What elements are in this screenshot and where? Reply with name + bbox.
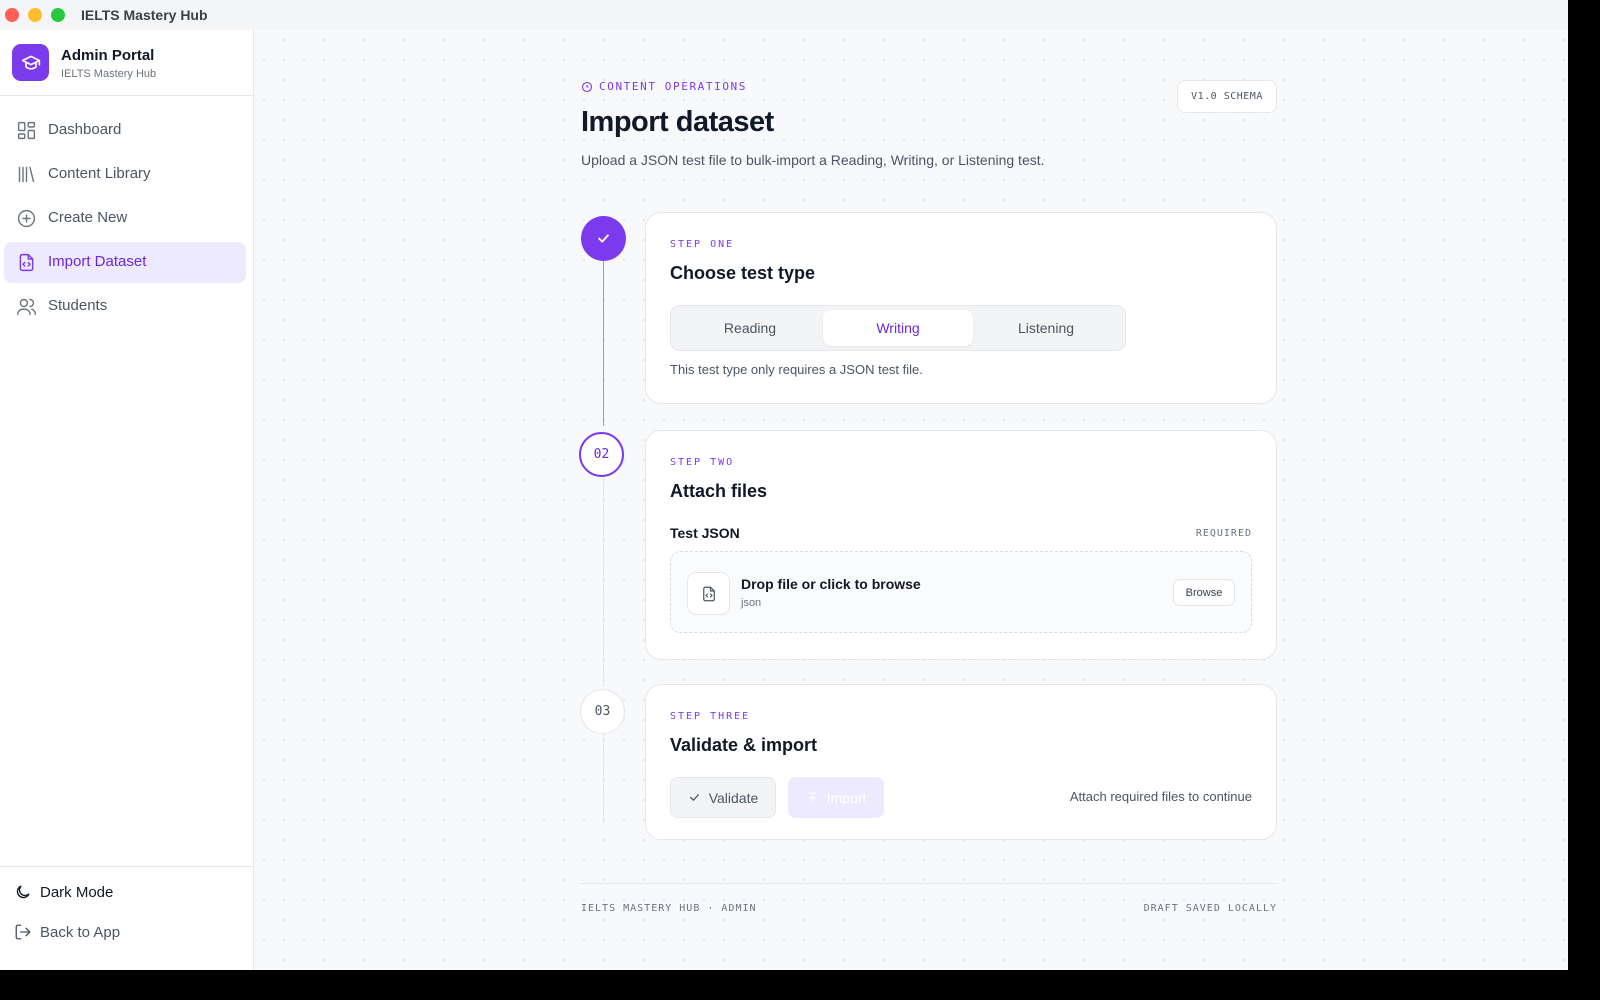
sidebar: Admin Portal IELTS Mastery Hub Dashboard… [0, 30, 254, 970]
back-to-app-link[interactable]: Back to App [14, 923, 120, 941]
sidebar-item-import-dataset[interactable]: Import Dataset [4, 242, 246, 283]
sidebar-item-label: Import Dataset [48, 253, 147, 270]
back-to-app-label: Back to App [40, 923, 121, 941]
dashboard-icon [17, 121, 36, 140]
schema-badge: V1.0 SCHEMA [1177, 80, 1277, 113]
dropzone-file-type: json [741, 597, 762, 609]
page-title: Import dataset [581, 106, 774, 138]
dark-mode-label: Dark Mode [40, 883, 114, 901]
sidebar-footer: Dark Mode Back to App [0, 866, 254, 970]
sidebar-item-create-new[interactable]: Create New [4, 198, 246, 239]
step-three-indicator: 03 [580, 689, 625, 734]
sidebar-item-label: Create New [48, 209, 128, 226]
logout-icon [15, 924, 31, 940]
import-button[interactable]: Import [788, 777, 884, 818]
minimize-window-button[interactable] [28, 8, 42, 22]
app-window: IELTS Mastery Hub Admin Portal IELTS Mas… [0, 0, 1568, 970]
sidebar-item-content-library[interactable]: Content Library [4, 154, 246, 195]
step-title: Validate & import [670, 735, 818, 755]
users-icon [17, 298, 36, 316]
dark-mode-toggle[interactable]: Dark Mode [14, 883, 113, 901]
page-description: Upload a JSON test file to bulk-import a… [581, 152, 1045, 168]
check-icon [598, 234, 609, 243]
step-label: STEP TWO [670, 457, 735, 468]
brand-name: Admin Portal [61, 47, 155, 64]
step-label: STEP THREE [670, 711, 751, 722]
eyebrow-text: CONTENT OPERATIONS [599, 80, 748, 93]
brand-subtitle: IELTS Mastery Hub [61, 68, 157, 80]
file-code-icon [19, 253, 34, 272]
step-connector [603, 476, 604, 687]
test-type-selector: Reading Writing Listening [670, 305, 1126, 351]
upload-icon [807, 792, 817, 803]
step-connector [603, 734, 604, 824]
step-title: Choose test type [670, 263, 816, 283]
page-eyebrow: CONTENT OPERATIONS [581, 80, 747, 93]
test-type-reading[interactable]: Reading [675, 310, 825, 346]
sidebar-item-label: Content Library [48, 165, 151, 182]
footer-left-text: IELTS MASTERY HUB · ADMIN [581, 903, 757, 914]
brand: Admin Portal IELTS Mastery Hub [0, 30, 254, 96]
clock-icon [581, 81, 593, 92]
footer-status: DRAFT SAVED LOCALLY [1143, 903, 1277, 914]
sidebar-item-label: Students [48, 297, 108, 314]
test-type-hint: This test type only requires a JSON test… [670, 362, 923, 377]
test-type-writing[interactable]: Writing [823, 310, 973, 346]
step-two-indicator: 02 [579, 432, 624, 477]
title-bar: IELTS Mastery Hub [0, 0, 1568, 30]
test-type-listening[interactable]: Listening [971, 310, 1121, 346]
validate-button[interactable]: Validate [670, 777, 776, 818]
import-label: Import [826, 789, 867, 806]
plus-circle-icon [17, 209, 36, 228]
library-icon [18, 166, 35, 183]
window-title: IELTS Mastery Hub [81, 7, 208, 23]
step-one-indicator [581, 216, 626, 261]
main-content: CONTENT OPERATIONS Import dataset Upload… [254, 30, 1568, 970]
dropzone-title: Drop file or click to browse [741, 576, 921, 592]
step-three-card: STEP THREE Validate & import Validate Im… [645, 684, 1277, 840]
file-dropzone[interactable]: Drop file or click to browse json Browse [670, 551, 1252, 633]
footer-divider [581, 883, 1277, 884]
sidebar-item-dashboard[interactable]: Dashboard [4, 110, 246, 151]
file-json-icon [687, 572, 730, 615]
graduation-cap-icon [12, 44, 49, 81]
test-json-label: Test JSON [670, 525, 740, 541]
step-one-card: STEP ONE Choose test type Reading Writin… [645, 212, 1277, 404]
moon-icon [16, 885, 30, 899]
maximize-window-button[interactable] [51, 8, 65, 22]
close-window-button[interactable] [5, 8, 19, 22]
step-label: STEP ONE [670, 239, 735, 250]
step-two-card: STEP TWO Attach files Test JSON REQUIRED… [645, 430, 1277, 660]
required-badge: REQUIRED [1195, 528, 1252, 539]
check-icon [689, 794, 699, 801]
sidebar-item-label: Dashboard [48, 121, 122, 138]
step-title: Attach files [670, 481, 768, 501]
sidebar-item-students[interactable]: Students [4, 286, 246, 327]
continue-hint: Attach required files to continue [1069, 789, 1252, 804]
step-connector [603, 260, 604, 426]
browse-button[interactable]: Browse [1173, 579, 1235, 606]
validate-label: Validate [708, 789, 759, 806]
